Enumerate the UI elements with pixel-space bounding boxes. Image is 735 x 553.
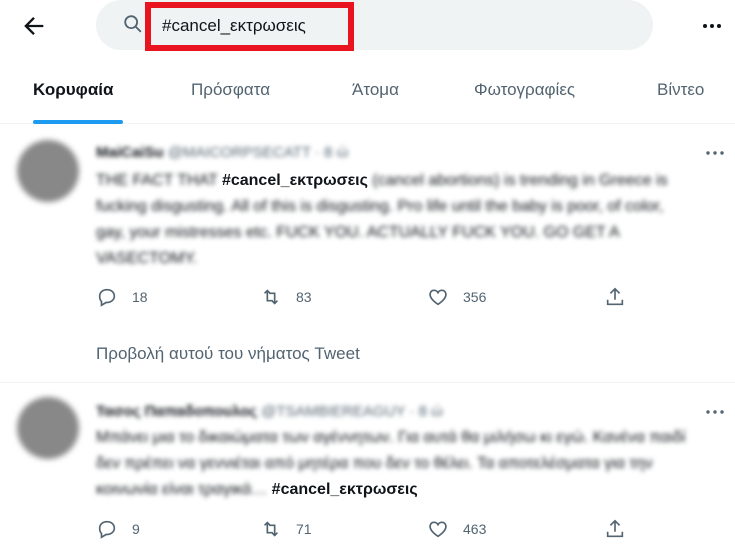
tweet-actions: 18 83 356 [96, 285, 636, 309]
tab-latest[interactable]: Πρόσφατα [191, 80, 270, 100]
reply-count: 9 [132, 521, 140, 537]
search-tabs: Κορυφαία Πρόσφατα Άτομα Φωτογραφίες Βίντ… [0, 60, 735, 124]
retweet-count: 83 [296, 289, 312, 305]
tweet-time: · 8 ώ [314, 144, 349, 161]
show-thread-link[interactable]: Προβολή αυτού του νήματος Tweet [96, 344, 360, 364]
back-arrow-icon[interactable] [20, 12, 48, 40]
more-options-icon[interactable] [700, 14, 724, 38]
tab-videos[interactable]: Βίντεο [657, 80, 704, 100]
like-count: 463 [463, 521, 487, 537]
like-button[interactable]: 463 [427, 517, 486, 541]
share-button[interactable] [604, 517, 626, 541]
author-handle[interactable]: @MAICORPSECATT [168, 144, 311, 161]
tweet-actions: 9 71 463 [96, 517, 636, 541]
author-name[interactable]: Τασος Παπαδοπουλος [96, 403, 257, 420]
share-icon [606, 287, 624, 306]
tweet-time: · 8 ώ [409, 403, 443, 420]
retweet-icon [263, 521, 279, 537]
hashtag-link[interactable]: #cancel_εκτρωσεις [272, 481, 418, 498]
reply-button[interactable]: 18 [96, 285, 148, 309]
tweet-header: Τασος Παπαδοπουλος @TSAMBIEREAGUY · 8 ώ [96, 403, 443, 420]
tweet-text: Μπάνει μια το δικαιώματα των αγέννητων. … [96, 425, 696, 503]
hashtag-link[interactable]: #cancel_εκτρωσεις [222, 172, 368, 189]
heart-icon [429, 521, 447, 538]
retweet-count: 71 [296, 521, 312, 537]
share-button[interactable] [604, 285, 626, 309]
tab-photos[interactable]: Φωτογραφίες [474, 80, 575, 100]
retweet-button[interactable]: 71 [260, 517, 312, 541]
heart-icon [429, 289, 447, 306]
tab-people[interactable]: Άτομα [352, 80, 399, 100]
annotation-highlight-box [145, 2, 354, 51]
avatar[interactable] [17, 397, 79, 459]
retweet-button[interactable]: 83 [260, 285, 312, 309]
search-icon [122, 13, 144, 35]
tweet-more-icon[interactable] [703, 141, 727, 165]
author-name[interactable]: MaiCaiSu [96, 144, 164, 161]
like-count: 356 [463, 289, 487, 305]
tab-top[interactable]: Κορυφαία [33, 80, 113, 100]
top-bar [0, 0, 735, 52]
divider [0, 382, 735, 383]
tweet-more-icon[interactable] [703, 400, 727, 424]
tweet-text-start: THE FACT THAT [96, 172, 218, 189]
avatar[interactable] [17, 140, 79, 202]
share-icon [606, 519, 624, 538]
tweet-header: MaiCaiSu @MAICORPSECATT · 8 ώ [96, 144, 348, 161]
active-tab-indicator [33, 120, 123, 124]
author-handle[interactable]: @TSAMBIEREAGUY [261, 403, 405, 420]
reply-count: 18 [132, 289, 148, 305]
reply-button[interactable]: 9 [96, 517, 140, 541]
retweet-icon [263, 289, 279, 305]
tweet-text: THE FACT THAT #cancel_εκτρωσεις (cancel … [96, 168, 696, 272]
like-button[interactable]: 356 [427, 285, 486, 309]
reply-icon [98, 520, 116, 539]
reply-icon [98, 288, 116, 307]
